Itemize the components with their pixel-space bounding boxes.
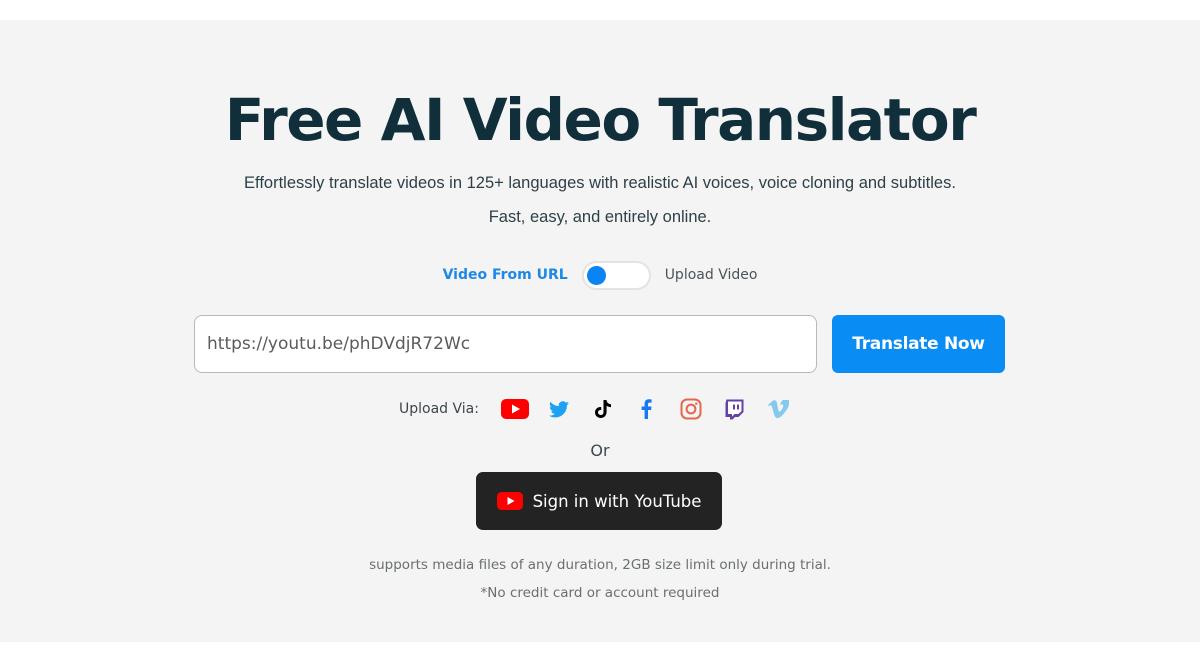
tiktok-icon[interactable] <box>588 397 618 421</box>
translate-now-button[interactable]: Translate Now <box>832 315 1005 373</box>
no-credit-card-note: *No credit card or account required <box>480 585 720 601</box>
input-mode-toggle-row: Video From URL Upload Video <box>0 260 1200 290</box>
sign-in-with-youtube-button[interactable]: Sign in with YouTube <box>476 472 722 530</box>
sign-in-with-youtube-label: Sign in with YouTube <box>532 491 702 511</box>
file-support-note: supports media files of any duration, 2G… <box>369 557 831 573</box>
youtube-icon <box>496 492 523 510</box>
twitter-icon[interactable] <box>544 397 574 421</box>
upload-via-row: Upload Via: <box>0 396 1200 422</box>
vimeo-icon[interactable] <box>764 397 794 421</box>
page-title: Free AI Video Translator <box>224 86 977 154</box>
toggle-knob <box>586 265 606 285</box>
youtube-icon[interactable] <box>500 397 530 421</box>
instagram-icon[interactable] <box>676 397 706 421</box>
upload-video-label[interactable]: Upload Video <box>665 267 758 283</box>
upload-via-label: Upload Via: <box>399 401 479 417</box>
input-mode-toggle[interactable] <box>581 260 651 290</box>
twitch-icon[interactable] <box>720 397 750 421</box>
subtitle-line-2: Fast, easy, and entirely online. <box>488 208 712 226</box>
or-divider-label: Or <box>590 441 610 460</box>
video-from-url-label[interactable]: Video From URL <box>443 267 568 283</box>
video-url-input[interactable] <box>194 315 817 373</box>
facebook-icon[interactable] <box>632 397 662 421</box>
subtitle-line-1: Effortlessly translate videos in 125+ la… <box>244 174 956 192</box>
